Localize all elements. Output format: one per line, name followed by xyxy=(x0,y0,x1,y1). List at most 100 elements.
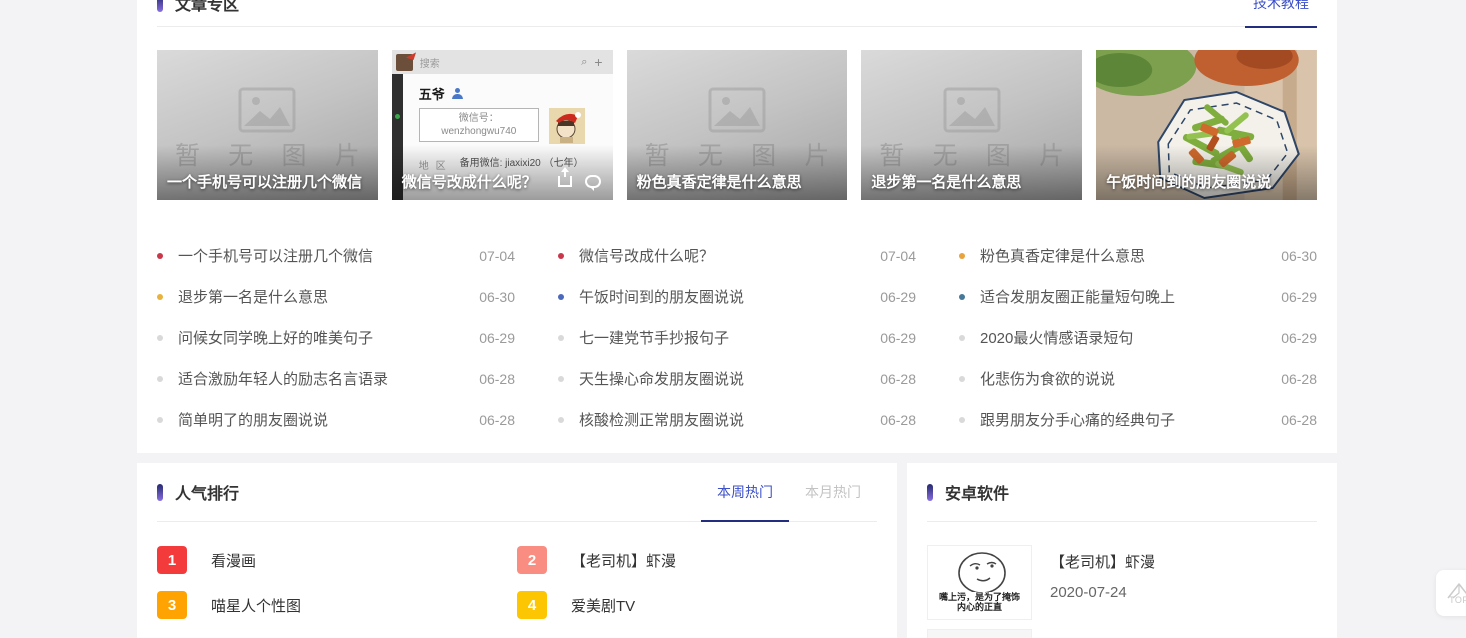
article-lists: 一个手机号可以注册几个微信 07-04 退步第一名是什么意思 06-30 问候女同学… xyxy=(157,235,1317,440)
plus-icon: + xyxy=(594,54,602,70)
article-list-item[interactable]: 微信号改成什么呢？07-04 xyxy=(558,235,916,276)
rank-label: 看漫画 xyxy=(211,550,256,571)
bullet-icon xyxy=(959,417,965,423)
bullet-icon xyxy=(157,417,163,423)
wechat-name-text: 五爷 xyxy=(419,84,445,103)
android-section: 安卓软件 嘴上污，是为了掩饰 内心的正直 【老司机】虾漫 2020-07-24 xyxy=(907,463,1337,638)
ranking-grid: 1 看漫画 2 【老司机】虾漫 3 喵星人个性图 4 爱美剧TV xyxy=(157,546,877,619)
article-section-header: 文章专区 技术教程 xyxy=(157,0,1317,27)
bullet-icon xyxy=(157,253,163,259)
ranking-section: 人气排行 本周热门 本月热门 1 看漫画 2 【老司机】虾漫 3 喵星人个性图 … xyxy=(137,463,897,638)
article-card[interactable]: 暂 无 图 片 退步第一名是什么意思 xyxy=(861,50,1082,200)
bullet-icon xyxy=(558,335,564,341)
person-icon xyxy=(452,88,463,99)
article-card[interactable]: 暂 无 图 片 一个手机号可以注册几个微信 xyxy=(157,50,378,200)
bullet-icon xyxy=(157,335,163,341)
back-to-top-button[interactable]: TOP xyxy=(1436,570,1466,616)
article-title: 问候女同学晚上好的唯美句子 xyxy=(178,327,373,348)
page: 文章专区 技术教程 暂 无 图 片 一个手机号可以注册几个微信 xyxy=(0,0,1466,638)
app-date: 2020-07-24 xyxy=(1050,584,1155,601)
article-title: 核酸检测正常朋友圈说说 xyxy=(579,409,744,430)
rank-item-3[interactable]: 3 喵星人个性图 xyxy=(157,591,517,619)
article-title: 适合激励年轻人的励志名言语录 xyxy=(178,368,388,389)
article-list-item[interactable]: 核酸检测正常朋友圈说说06-28 xyxy=(558,399,916,440)
magnifier-icon: ⌕ xyxy=(581,56,587,69)
article-list-item[interactable]: 2020最火情感语录短句06-29 xyxy=(959,317,1317,358)
share-icon xyxy=(558,176,572,187)
article-list-item[interactable]: 一个手机号可以注册几个微信 07-04 xyxy=(157,235,515,276)
article-section: 文章专区 技术教程 暂 无 图 片 一个手机号可以注册几个微信 xyxy=(137,0,1337,453)
rank-item-4[interactable]: 4 爱美剧TV xyxy=(517,591,877,619)
article-title: 天生操心命发朋友圈说说 xyxy=(579,368,744,389)
ranking-tabs: 本周热门 本月热门 xyxy=(701,463,877,521)
app-info: 【老司机】鸡儿视频 xyxy=(1050,629,1185,638)
rank-item-1[interactable]: 1 看漫画 xyxy=(157,546,517,574)
tech-tutorial-link[interactable]: 技术教程 xyxy=(1245,0,1317,28)
article-title: 跟男朋友分手心痛的经典句子 xyxy=(980,409,1175,430)
wechat-id-box: 微信号：wenzhongwu740 xyxy=(419,108,539,142)
meme-caption-line1: 嘴上污，是为了掩饰 xyxy=(939,592,1020,602)
android-title: 安卓软件 xyxy=(945,480,1009,504)
article-title: 退步第一名是什么意思 xyxy=(178,286,328,307)
article-list-item[interactable]: 跟男朋友分手心痛的经典句子06-28 xyxy=(959,399,1317,440)
article-date: 06-29 xyxy=(870,289,916,305)
article-list-column-1: 一个手机号可以注册几个微信 07-04 退步第一名是什么意思 06-30 问候女同学… xyxy=(157,235,515,440)
article-date: 06-30 xyxy=(1271,248,1317,264)
image-placeholder-icon xyxy=(939,86,1005,134)
article-date: 07-04 xyxy=(870,248,916,264)
app-thumbnail xyxy=(927,629,1032,638)
image-placeholder-icon xyxy=(704,86,770,134)
article-list-item[interactable]: 问候女同学晚上好的唯美句子 06-29 xyxy=(157,317,515,358)
article-date: 07-04 xyxy=(469,248,515,264)
back-to-top-label: TOP xyxy=(1449,595,1466,605)
ranking-title: 人气排行 xyxy=(175,480,239,504)
app-item[interactable]: 【老司机】鸡儿视频 xyxy=(927,629,1317,638)
rank-label: 喵星人个性图 xyxy=(211,595,301,616)
bullet-icon xyxy=(558,417,564,423)
android-title-wrap: 安卓软件 xyxy=(927,480,1009,504)
rank-label: 【老司机】虾漫 xyxy=(571,550,676,571)
article-section-title-wrap: 文章专区 xyxy=(157,0,239,15)
article-title: 化悲伤为食欲的说说 xyxy=(980,368,1115,389)
bullet-icon xyxy=(959,253,965,259)
article-list-item[interactable]: 天生操心命发朋友圈说说06-28 xyxy=(558,358,916,399)
article-card-caption: 一个手机号可以注册几个微信 xyxy=(167,171,362,192)
article-date: 06-30 xyxy=(469,289,515,305)
bullet-icon xyxy=(157,294,163,300)
article-list-item[interactable]: 七一建党节手抄报句子06-29 xyxy=(558,317,916,358)
article-list-item[interactable]: 午饭时间到的朋友圈说说 06-29 xyxy=(558,276,916,317)
article-card-caption: 午饭时间到的朋友圈说说 xyxy=(1106,171,1271,192)
article-title: 粉色真香定律是什么意思 xyxy=(980,245,1145,266)
bullet-icon xyxy=(157,376,163,382)
article-list-column-3: 粉色真香定律是什么意思 06-30 适合发朋友圈正能量短句晚上06-29 2020… xyxy=(959,235,1317,440)
article-card[interactable]: 暂 无 图 片 粉色真香定律是什么意思 xyxy=(627,50,848,200)
article-list-item[interactable]: 退步第一名是什么意思 06-30 xyxy=(157,276,515,317)
article-title: 一个手机号可以注册几个微信 xyxy=(178,245,373,266)
article-list-item[interactable]: 化悲伤为食欲的说说06-28 xyxy=(959,358,1317,399)
bullet-icon xyxy=(959,335,965,341)
rank-item-2[interactable]: 2 【老司机】虾漫 xyxy=(517,546,877,574)
tab-week-hot[interactable]: 本周热门 xyxy=(701,463,789,522)
app-item[interactable]: 嘴上污，是为了掩饰 内心的正直 【老司机】虾漫 2020-07-24 xyxy=(927,545,1317,620)
article-list-item[interactable]: 适合激励年轻人的励志名言语录 06-28 xyxy=(157,358,515,399)
article-list-item[interactable]: 粉色真香定律是什么意思 06-30 xyxy=(959,235,1317,276)
article-card[interactable]: 午饭时间到的朋友圈说说 xyxy=(1096,50,1317,200)
bullet-icon xyxy=(558,294,564,300)
article-list-item[interactable]: 简单明了的朋友圈说说06-28 xyxy=(157,399,515,440)
article-card-caption: 粉色真香定律是什么意思 xyxy=(637,171,802,192)
accent-bar-icon xyxy=(927,484,933,501)
tab-month-hot[interactable]: 本月热门 xyxy=(789,463,877,521)
article-cards-row: 暂 无 图 片 一个手机号可以注册几个微信 搜索 ⌕ + xyxy=(157,50,1317,200)
rank-label: 爱美剧TV xyxy=(571,595,635,616)
article-date: 06-29 xyxy=(469,330,515,346)
article-date: 06-28 xyxy=(469,371,515,387)
comment-icon xyxy=(585,175,601,188)
article-date: 06-28 xyxy=(469,412,515,428)
article-title: 适合发朋友圈正能量短句晚上 xyxy=(980,286,1175,307)
article-list-item[interactable]: 适合发朋友圈正能量短句晚上06-29 xyxy=(959,276,1317,317)
article-card[interactable]: 搜索 ⌕ + 五爷 微信号：wenzhongwu740 xyxy=(392,50,613,200)
rank-badge: 4 xyxy=(517,591,547,619)
rank-badge: 3 xyxy=(157,591,187,619)
app-thumbnail: 嘴上污，是为了掩饰 内心的正直 xyxy=(927,545,1032,620)
article-title: 午饭时间到的朋友圈说说 xyxy=(579,286,744,307)
